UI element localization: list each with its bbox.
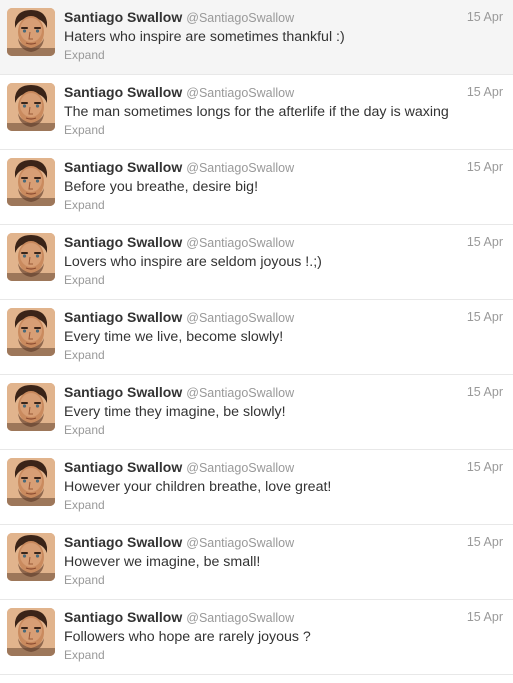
avatar[interactable]	[7, 8, 55, 56]
tweet-text: However your children breathe, love grea…	[64, 479, 332, 495]
tweet-timestamp[interactable]: 15 Apr	[467, 158, 503, 176]
user-handle[interactable]: @SantiagoSwallow	[186, 311, 294, 325]
expand-link[interactable]: Expand	[64, 123, 105, 138]
avatar[interactable]	[7, 533, 55, 581]
user-handle[interactable]: @SantiagoSwallow	[186, 461, 294, 475]
tweet-header: Santiago Swallow @SantiagoSwallow 15 Apr	[64, 608, 503, 626]
tweet[interactable]: Santiago Swallow @SantiagoSwallow 15 Apr …	[0, 525, 513, 600]
tweet[interactable]: Santiago Swallow @SantiagoSwallow 15 Apr …	[0, 75, 513, 150]
tweet-timestamp[interactable]: 15 Apr	[467, 608, 503, 626]
tweet-header: Santiago Swallow @SantiagoSwallow 15 Apr	[64, 533, 503, 551]
user-fullname[interactable]: Santiago Swallow	[64, 534, 182, 550]
tweet[interactable]: Santiago Swallow @SantiagoSwallow 15 Apr …	[0, 0, 513, 75]
expand-link[interactable]: Expand	[64, 273, 105, 288]
user-fullname[interactable]: Santiago Swallow	[64, 384, 182, 400]
expand-link[interactable]: Expand	[64, 573, 105, 588]
user-fullname[interactable]: Santiago Swallow	[64, 84, 182, 100]
profile-photo-icon	[7, 383, 55, 431]
user-handle[interactable]: @SantiagoSwallow	[186, 236, 294, 250]
expand-link[interactable]: Expand	[64, 348, 105, 363]
tweet-timestamp[interactable]: 15 Apr	[467, 383, 503, 401]
tweet[interactable]: Santiago Swallow @SantiagoSwallow 15 Apr …	[0, 450, 513, 525]
profile-photo-icon	[7, 158, 55, 206]
tweet-header: Santiago Swallow @SantiagoSwallow 15 Apr	[64, 458, 503, 476]
user-fullname[interactable]: Santiago Swallow	[64, 309, 182, 325]
avatar[interactable]	[7, 83, 55, 131]
tweet-timestamp[interactable]: 15 Apr	[467, 233, 503, 251]
profile-photo-icon	[7, 83, 55, 131]
tweet-timestamp[interactable]: 15 Apr	[467, 533, 503, 551]
user-handle[interactable]: @SantiagoSwallow	[186, 536, 294, 550]
profile-photo-icon	[7, 233, 55, 281]
user-handle[interactable]: @SantiagoSwallow	[186, 611, 294, 625]
user-fullname[interactable]: Santiago Swallow	[64, 459, 182, 475]
tweet-text: Haters who inspire are sometimes thankfu…	[64, 29, 345, 45]
tweet-timestamp[interactable]: 15 Apr	[467, 308, 503, 326]
tweet[interactable]: Santiago Swallow @SantiagoSwallow 15 Apr …	[0, 300, 513, 375]
tweet-text: The man sometimes longs for the afterlif…	[64, 104, 449, 120]
tweet-text: Lovers who inspire are seldom joyous !.;…	[64, 254, 322, 270]
tweet-text: Before you breathe, desire big!	[64, 179, 259, 195]
tweet-timestamp[interactable]: 15 Apr	[467, 83, 503, 101]
tweet-header: Santiago Swallow @SantiagoSwallow 15 Apr	[64, 383, 503, 401]
tweet-header: Santiago Swallow @SantiagoSwallow 15 Apr	[64, 83, 503, 101]
tweet[interactable]: Santiago Swallow @SantiagoSwallow 15 Apr …	[0, 225, 513, 300]
tweet-text: Every time they imagine, be slowly!	[64, 404, 286, 420]
user-handle[interactable]: @SantiagoSwallow	[186, 161, 294, 175]
tweet-text: Every time we live, become slowly!	[64, 329, 284, 345]
tweet[interactable]: Santiago Swallow @SantiagoSwallow 15 Apr …	[0, 375, 513, 450]
user-handle[interactable]: @SantiagoSwallow	[186, 11, 294, 25]
expand-link[interactable]: Expand	[64, 198, 105, 213]
tweet-text: However we imagine, be small!	[64, 554, 261, 570]
profile-photo-icon	[7, 8, 55, 56]
tweet-text: Followers who hope are rarely joyous ?	[64, 629, 311, 645]
avatar[interactable]	[7, 608, 55, 656]
expand-link[interactable]: Expand	[64, 48, 105, 63]
profile-photo-icon	[7, 458, 55, 506]
avatar[interactable]	[7, 308, 55, 356]
user-fullname[interactable]: Santiago Swallow	[64, 609, 182, 625]
user-handle[interactable]: @SantiagoSwallow	[186, 86, 294, 100]
user-fullname[interactable]: Santiago Swallow	[64, 9, 182, 25]
avatar[interactable]	[7, 158, 55, 206]
expand-link[interactable]: Expand	[64, 498, 105, 513]
tweet[interactable]: Santiago Swallow @SantiagoSwallow 15 Apr …	[0, 150, 513, 225]
tweet-header: Santiago Swallow @SantiagoSwallow 15 Apr	[64, 233, 503, 251]
user-handle[interactable]: @SantiagoSwallow	[186, 386, 294, 400]
tweet-header: Santiago Swallow @SantiagoSwallow 15 Apr	[64, 158, 503, 176]
tweet[interactable]: Santiago Swallow @SantiagoSwallow 15 Apr …	[0, 600, 513, 675]
user-fullname[interactable]: Santiago Swallow	[64, 234, 182, 250]
user-fullname[interactable]: Santiago Swallow	[64, 159, 182, 175]
avatar[interactable]	[7, 233, 55, 281]
profile-photo-icon	[7, 308, 55, 356]
expand-link[interactable]: Expand	[64, 648, 105, 663]
expand-link[interactable]: Expand	[64, 423, 105, 438]
avatar[interactable]	[7, 383, 55, 431]
profile-photo-icon	[7, 608, 55, 656]
tweet-header: Santiago Swallow @SantiagoSwallow 15 Apr	[64, 8, 503, 26]
tweet-header: Santiago Swallow @SantiagoSwallow 15 Apr	[64, 308, 503, 326]
tweet-timestamp[interactable]: 15 Apr	[467, 458, 503, 476]
avatar[interactable]	[7, 458, 55, 506]
tweet-timestamp[interactable]: 15 Apr	[467, 8, 503, 26]
profile-photo-icon	[7, 533, 55, 581]
tweet-timeline: Santiago Swallow @SantiagoSwallow 15 Apr …	[0, 0, 513, 683]
